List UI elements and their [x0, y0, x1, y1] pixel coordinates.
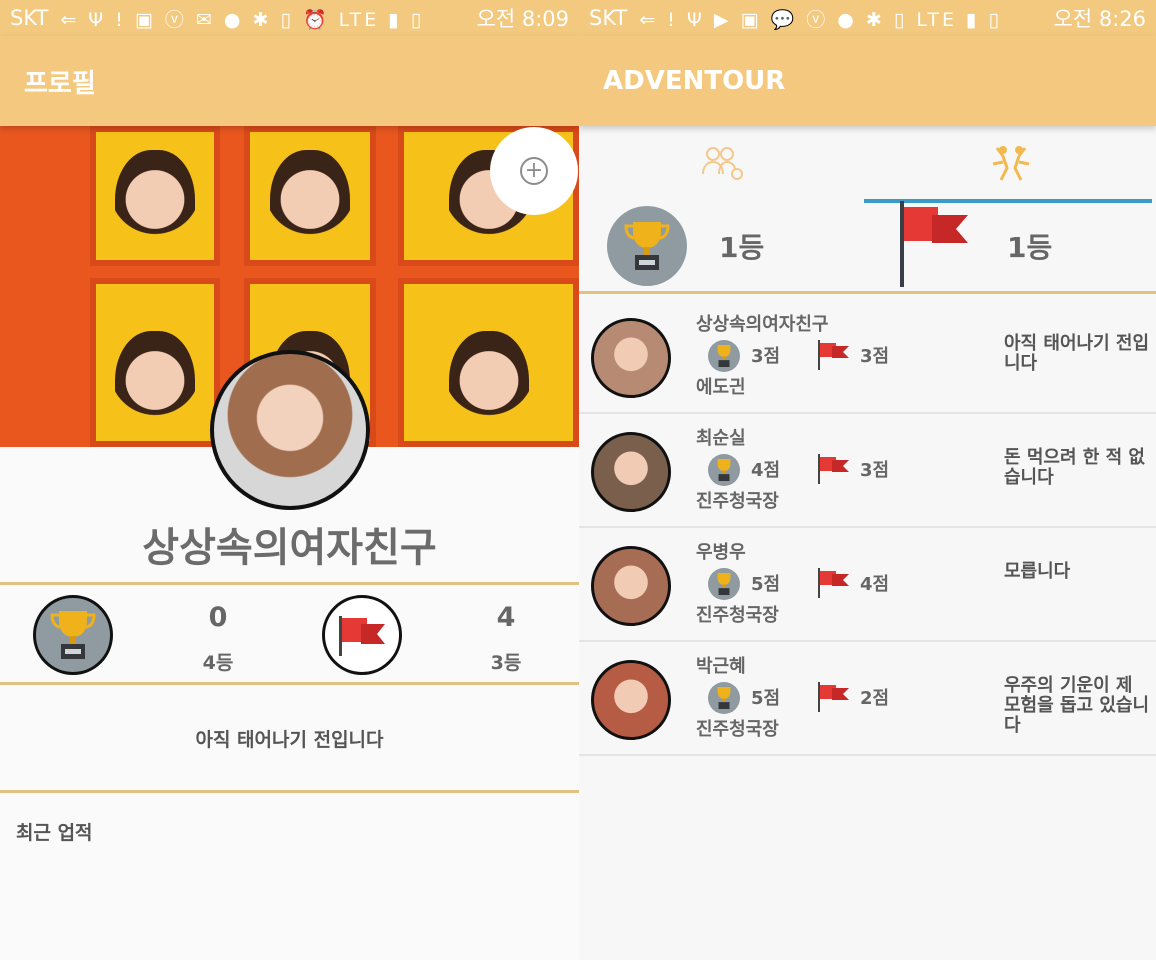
flag-icon[interactable] [322, 595, 402, 675]
user-message: 아직 태어나기 전입니다 [1004, 333, 1150, 374]
user-name: 우병우 [696, 542, 746, 563]
user-message: 모릅니다 [1004, 561, 1071, 582]
tab-friends[interactable] [579, 126, 867, 202]
status-bar: SKT ⇐ ! Ψ ▶ ▣ 💬 ⓥ ● ✱ ▯ LTE ▮ ▯ 오전 8:26 [579, 0, 1156, 36]
status-time: 오전 8:09 [476, 7, 569, 31]
status-message: 아직 태어나기 전입니다 [195, 729, 384, 751]
flag-score: 3점 [860, 460, 890, 481]
status-bar: SKT ⇐ Ψ ! ▣ ⓥ ✉ ● ✱ ▯ ⏰ LTE ▮ ▯ 오전 8:09 [0, 0, 579, 36]
my-flag-rank: 1등 [1007, 231, 1053, 264]
profile-name: 상상속의여자친구 [142, 525, 437, 571]
flag-icon [817, 454, 851, 484]
trophy-icon [607, 206, 687, 286]
trophy-icon [708, 340, 740, 372]
carrier-label: SKT [10, 6, 49, 30]
trophy-icon[interactable] [33, 595, 113, 675]
trophy-rank: 4등 [202, 652, 234, 674]
flag-icon [817, 682, 851, 712]
divider [579, 291, 1156, 294]
user-area: 에도긘 [696, 377, 746, 398]
user-name: 상상속의여자친구 [696, 314, 829, 335]
trophy-score: 3점 [751, 346, 781, 367]
user-name: 최순실 [696, 428, 746, 449]
plus-circle-icon: + [520, 157, 548, 185]
app-bar: ADVENTOUR [579, 36, 1156, 126]
trophy-score: 5점 [751, 688, 781, 709]
ranking-screen: SKT ⇐ ! Ψ ▶ ▣ 💬 ⓥ ● ✱ ▯ LTE ▮ ▯ 오전 8:26 … [579, 0, 1156, 960]
user-name: 박근혜 [696, 656, 746, 677]
app-bar: 프로필 [0, 36, 579, 126]
user-area: 진주청국장 [696, 719, 779, 740]
carrier-label: SKT [589, 6, 628, 30]
avatar[interactable] [591, 318, 671, 398]
list-item[interactable]: 박근혜 5점 2점진주청국장 우주의 기운이 제 모험을 돕고 있습니다 [579, 642, 1156, 756]
profile-screen: SKT ⇐ Ψ ! ▣ ⓥ ✉ ● ✱ ▯ ⏰ LTE ▮ ▯ 오전 8:09 … [0, 0, 579, 960]
divider [0, 582, 579, 585]
status-icons: ⇐ Ψ ! ▣ ⓥ ✉ ● ✱ ▯ ⏰ LTE ▮ ▯ [60, 8, 425, 31]
user-area: 진주청국장 [696, 491, 779, 512]
trophy-count: 0 [208, 602, 228, 633]
trophy-score: 5점 [751, 574, 781, 595]
divider [0, 790, 579, 793]
user-message: 우주의 기운이 제 모험을 돕고 있습니다 [1004, 675, 1150, 736]
flag-score: 2점 [860, 688, 890, 709]
trophy-score: 4점 [751, 460, 781, 481]
flag-icon [817, 340, 851, 370]
tab-bar [579, 126, 1156, 206]
divider [0, 682, 579, 685]
flag-rank: 3등 [490, 652, 522, 674]
list-item[interactable]: 최순실 4점 3점진주청국장 돈 먹으려 한 적 없습니다 [579, 414, 1156, 528]
status-icons: ⇐ ! Ψ ▶ ▣ 💬 ⓥ ● ✱ ▯ LTE ▮ ▯ [639, 8, 1002, 31]
user-area: 진주청국장 [696, 605, 779, 626]
trophy-icon [708, 568, 740, 600]
trophy-icon [708, 682, 740, 714]
profile-avatar[interactable] [210, 350, 370, 510]
list-item[interactable]: 우병우 5점 4점진주청국장 모릅니다 [579, 528, 1156, 642]
flag-score: 4점 [860, 574, 890, 595]
avatar[interactable] [591, 432, 671, 512]
tab-ranking[interactable] [867, 126, 1155, 202]
my-trophy-rank: 1등 [719, 231, 765, 264]
page-title: 프로필 [24, 68, 96, 99]
ranking-list: 상상속의여자친구 3점 3점 에도긘 아직 태어나기 전입니다 최순실 4점 3점 진주청국장 돈… [579, 300, 1156, 756]
ranking-icon [992, 146, 1030, 181]
flag-score: 3점 [860, 346, 890, 367]
friends-icon [702, 147, 743, 180]
user-message: 돈 먹으려 한 적 없습니다 [1004, 447, 1145, 488]
my-ranking-summary: 1등 1등 [579, 201, 1156, 290]
avatar[interactable] [591, 660, 671, 740]
app-title: ADVENTOUR [603, 66, 786, 96]
list-item[interactable]: 상상속의여자친구 3점 3점 에도긘 아직 태어나기 전입니다 [579, 300, 1156, 414]
flag-icon [817, 568, 851, 598]
flag-icon [900, 201, 968, 287]
flag-count: 4 [496, 602, 516, 633]
recent-achievements-title: 최근 업적 [16, 822, 93, 844]
trophy-icon [708, 454, 740, 486]
status-time: 오전 8:26 [1053, 7, 1146, 31]
add-button[interactable]: + [490, 127, 578, 215]
avatar[interactable] [591, 546, 671, 626]
